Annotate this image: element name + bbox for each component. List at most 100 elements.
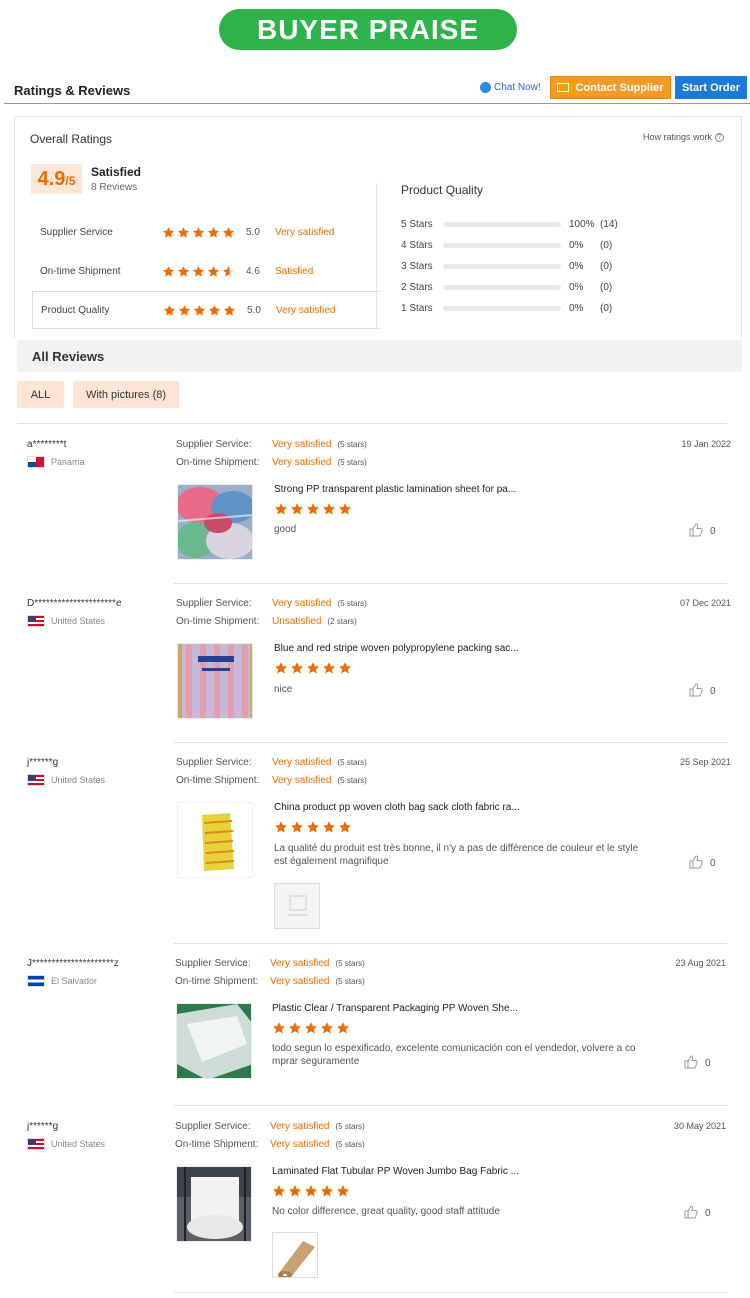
service-text: Very satisfied: [272, 439, 332, 450]
star-icon: [320, 1185, 334, 1197]
star-icon: [290, 662, 304, 674]
product-title[interactable]: China product pp woven cloth bag sack cl…: [274, 802, 520, 813]
star-icon: [192, 265, 205, 277]
reviewer-country: Panama: [27, 456, 85, 468]
country-name: United States: [51, 775, 106, 785]
supplier-service-value: Very satisfied (5 stars): [272, 757, 367, 768]
product-thumbnail[interactable]: [176, 1003, 252, 1079]
product-title[interactable]: Laminated Flat Tubular PP Woven Jumbo Ba…: [272, 1166, 519, 1177]
product-thumbnail[interactable]: [177, 802, 253, 878]
shipment-label: On-time Shipment:: [176, 457, 260, 468]
filter-with-pictures[interactable]: With pictures (8): [73, 381, 179, 408]
bar-track: [443, 263, 561, 269]
supplier-service-value: Very satisfied (5 stars): [272, 598, 367, 609]
thumbs-up-icon: [684, 1205, 698, 1222]
star-icon: [306, 662, 320, 674]
bar-count: (0): [600, 260, 613, 272]
shipment-value: Very satisfied (5 stars): [272, 775, 367, 786]
rating-row-product-quality[interactable]: Product Quality 5.0 Very satisfied: [32, 291, 380, 329]
like-button[interactable]: 0: [689, 855, 716, 872]
filter-all[interactable]: ALL: [17, 381, 64, 408]
star-bar-4: 4 Stars 0% (0): [401, 238, 612, 252]
supplier-service-label: Supplier Service:: [175, 1121, 251, 1132]
bar-track: [443, 305, 561, 311]
reviewer-country: El Salvador: [27, 975, 97, 987]
reviewer-name: J*********************z: [27, 958, 119, 969]
bar-count: (14): [600, 218, 618, 230]
review-stars: [274, 502, 352, 516]
chat-label: Chat Now!: [494, 82, 541, 93]
like-button[interactable]: 0: [689, 683, 716, 700]
rating-score: 4.6: [246, 265, 260, 277]
like-button[interactable]: 0: [689, 523, 716, 540]
star-rating: [163, 304, 247, 317]
shipment-stars: (2 stars): [327, 617, 357, 626]
rating-row-supplier-service[interactable]: Supplier Service 5.0 Very satisfied: [32, 213, 380, 251]
service-stars: (5 stars): [337, 599, 367, 608]
review-stars: [272, 1021, 350, 1035]
review-date: 07 Dec 2021: [679, 598, 731, 608]
star-icon: [304, 1185, 318, 1197]
shipment-label: On-time Shipment:: [176, 616, 260, 627]
divider: [174, 583, 727, 584]
start-order-button[interactable]: Start Order: [675, 76, 747, 99]
el-salvador-flag-icon: [27, 975, 45, 987]
rating-label: On-time Shipment: [40, 265, 121, 277]
like-button[interactable]: 0: [684, 1055, 711, 1072]
chat-now-link[interactable]: Chat Now!: [480, 82, 541, 93]
rating-text: Very satisfied: [275, 226, 335, 238]
thumbs-up-icon: [689, 683, 703, 700]
star-bar-2: 2 Stars 0% (0): [401, 280, 612, 294]
star-icon: [336, 1022, 350, 1034]
review-text: nice: [274, 684, 293, 695]
envelope-icon: [557, 83, 570, 92]
product-quality-title: Product Quality: [401, 183, 484, 197]
service-text: Very satisfied: [272, 598, 332, 609]
bar-track: [443, 284, 561, 290]
product-thumbnail[interactable]: [177, 643, 253, 719]
star-icon: [207, 265, 220, 277]
star-icon: [272, 1022, 286, 1034]
rating-label: Product Quality: [41, 304, 110, 316]
star-icon: [338, 821, 352, 833]
star-icon: [192, 226, 205, 238]
review-date: 19 Jan 2022: [681, 439, 731, 449]
star-icon: [163, 304, 176, 316]
service-text: Very satisfied: [270, 958, 330, 969]
review-date: 30 May 2021: [673, 1121, 726, 1131]
product-thumbnail[interactable]: [177, 484, 253, 560]
review-photo[interactable]: [272, 1232, 318, 1278]
ratings-title: Ratings & Reviews: [14, 83, 131, 98]
star-icon: [306, 821, 320, 833]
product-thumbnail[interactable]: [176, 1166, 252, 1242]
fabric-roll-photo: [273, 1233, 317, 1277]
like-button[interactable]: 0: [684, 1205, 711, 1222]
how-ratings-work-link[interactable]: How ratings work ?: [643, 132, 724, 142]
contact-supplier-button[interactable]: Contact Supplier: [550, 76, 671, 99]
star-icon: [304, 1022, 318, 1034]
photo-placeholder-icon: [275, 884, 319, 928]
star-icon: [223, 304, 236, 316]
buyer-praise-banner: BUYER PRAISE: [219, 9, 517, 50]
shipment-stars: (5 stars): [335, 977, 365, 986]
review-item: J*********************z El Salvador Supp…: [0, 958, 750, 1088]
rating-row-on-time-shipment[interactable]: On-time Shipment 4.6 Satisfied: [32, 252, 380, 290]
product-title[interactable]: Blue and red stripe woven polypropylene …: [274, 643, 519, 654]
divider: [376, 183, 377, 329]
product-title[interactable]: Strong PP transparent plastic lamination…: [274, 484, 516, 495]
star-rating: [162, 226, 246, 239]
review-photo[interactable]: [274, 883, 320, 929]
bar-label: 3 Stars: [401, 260, 433, 272]
star-icon: [290, 503, 304, 515]
review-item: a********t Panama Supplier Service: Very…: [0, 439, 750, 569]
star-icon: [222, 226, 235, 238]
bar-count: (0): [600, 281, 613, 293]
divider: [174, 742, 727, 743]
star-icon: [338, 503, 352, 515]
review-text: good: [274, 524, 297, 535]
bar-label: 2 Stars: [401, 281, 433, 293]
rating-score: 5.0: [246, 226, 260, 238]
product-title[interactable]: Plastic Clear / Transparent Packaging PP…: [272, 1003, 518, 1014]
star-icon: [338, 662, 352, 674]
star-icon: [322, 662, 336, 674]
